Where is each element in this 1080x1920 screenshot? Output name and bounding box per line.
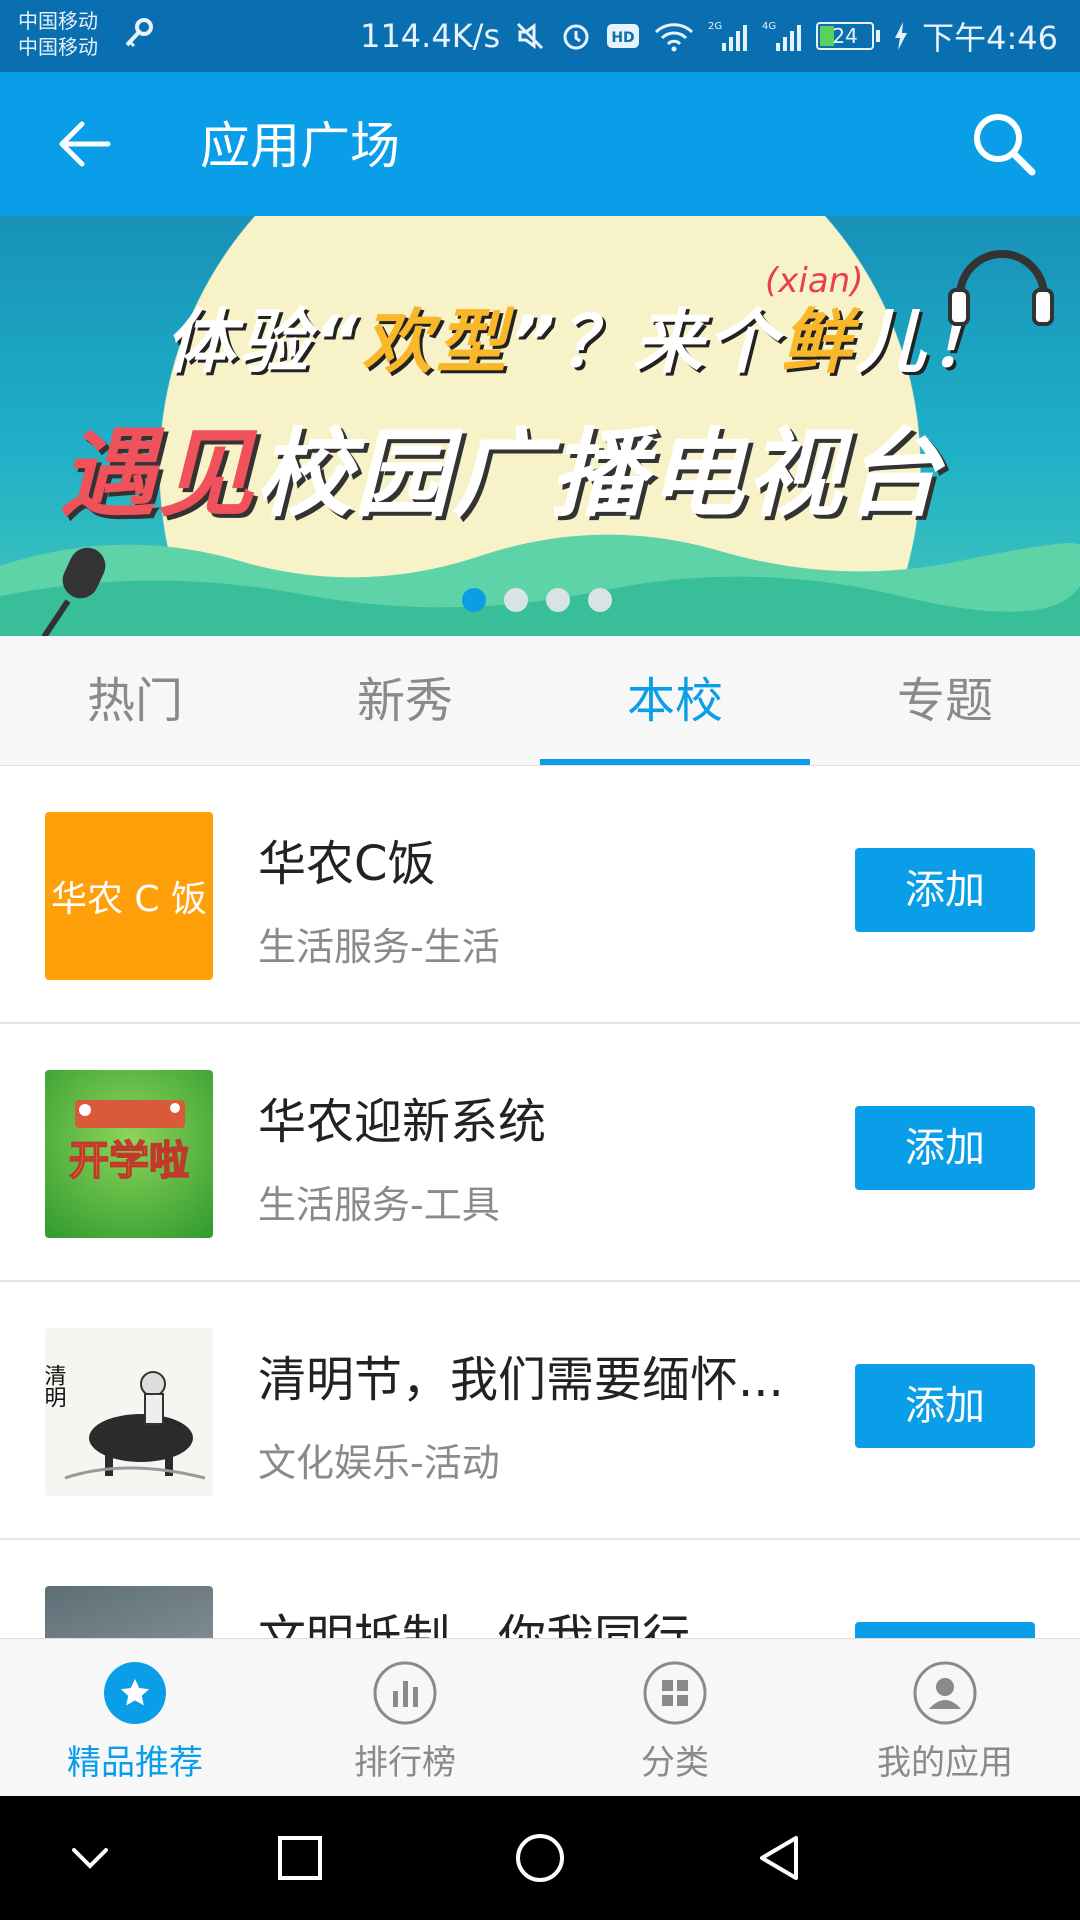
alarm-icon — [563, 24, 589, 50]
list-item[interactable]: 开学啦 华农迎新系统 生活服务-工具 添加 — [0, 1024, 1080, 1282]
chevron-down-icon[interactable] — [60, 1828, 120, 1888]
carousel-dot[interactable] — [588, 588, 612, 612]
carousel-indicators — [462, 588, 612, 612]
tab-hot[interactable]: 热门 — [0, 636, 270, 765]
app-icon-qingming[interactable]: 清明 — [45, 1328, 213, 1496]
status-bar: 中国移动 中国移动 114.4K/s HD 2G 4G 24 下午4:46 — [0, 0, 1080, 72]
school-start-illustration: 开学啦 — [68, 1100, 190, 1185]
grid-icon — [643, 1661, 707, 1725]
nav-category[interactable]: 分类 — [540, 1639, 810, 1796]
ink-painting-illustration: 清明 — [45, 1364, 206, 1480]
tab-school[interactable]: 本校 — [540, 636, 810, 765]
nav-label: 我的应用 — [877, 1743, 1013, 1783]
list-item[interactable]: 清明 清明节，我们需要缅怀... 文化娱乐-活动 添加 — [0, 1282, 1080, 1540]
banner-text-d: 鲜 — [781, 301, 856, 383]
app-category: 生活服务-工具 — [258, 1183, 500, 1227]
banner-text-b: 欢型 — [362, 301, 511, 383]
app-icon-text: 华农 C 饭 — [50, 879, 208, 920]
network-speed: 114.4K/s — [360, 17, 501, 55]
search-icon[interactable] — [968, 108, 1040, 180]
carrier-2: 中国移动 — [18, 35, 98, 59]
svg-text:HD: HD — [611, 30, 634, 46]
add-button[interactable]: 添加 — [855, 848, 1035, 932]
wifi-icon — [655, 23, 694, 52]
carrier-info: 中国移动 中国移动 — [18, 8, 98, 60]
nav-my-apps[interactable]: 我的应用 — [810, 1639, 1080, 1796]
banner-text-g: 校园广播电视台 — [256, 418, 942, 530]
nav-featured[interactable]: 精品推荐 — [0, 1639, 270, 1796]
nav-ranking[interactable]: 排行榜 — [270, 1639, 540, 1796]
app-list[interactable]: 华农 C 饭 华农C饭 生活服务-生活 添加 开学啦 华农迎新系统 生活服务-工… — [0, 766, 1080, 1638]
bottom-nav: 精品推荐 排行榜 分类 我的应用 — [0, 1638, 1080, 1796]
carousel-dot[interactable] — [462, 588, 486, 612]
app-name[interactable]: 华农迎新系统 — [258, 1082, 818, 1152]
app-category: 生活服务-生活 — [258, 925, 500, 969]
banner-subheadline: 遇见校园广播电视台 — [60, 396, 942, 535]
headphone-icon — [948, 250, 1054, 326]
app-icon-cfan[interactable]: 华农 C 饭 — [45, 812, 213, 980]
promo-banner[interactable]: (xian) 体验“欢型”？来个鲜儿！ 遇见校园广播电视台 — [0, 216, 1080, 636]
signal-4g-icon: 4G — [762, 21, 802, 51]
page-title: 应用广场 — [200, 117, 400, 175]
app-name[interactable]: 清明节，我们需要缅怀... — [258, 1340, 818, 1410]
carousel-dot[interactable] — [546, 588, 570, 612]
list-item[interactable]: 文明抵制，你我同行--- 添加 — [0, 1540, 1080, 1638]
add-button[interactable]: 添加 — [855, 1364, 1035, 1448]
nav-label: 精品推荐 — [67, 1743, 203, 1783]
tab-new[interactable]: 新秀 — [270, 636, 540, 765]
tab-topics[interactable]: 专题 — [810, 636, 1080, 765]
back-arrow-icon[interactable] — [52, 112, 116, 176]
app-icon-civility[interactable] — [45, 1586, 213, 1638]
app-category: 文化娱乐-活动 — [258, 1441, 500, 1485]
category-tabs: 热门 新秀 本校 专题 — [0, 636, 1080, 766]
app-header: 应用广场 — [0, 72, 1080, 216]
microphone-icon — [41, 547, 106, 636]
clock: 下午4:46 — [922, 19, 1058, 57]
home-icon[interactable] — [510, 1828, 570, 1888]
star-icon — [104, 1662, 166, 1724]
back-icon[interactable] — [750, 1828, 810, 1888]
banner-headline: 体验“欢型”？来个鲜儿！ — [165, 286, 1003, 387]
recent-apps-icon[interactable] — [270, 1828, 330, 1888]
user-icon — [913, 1661, 977, 1725]
banner-text-a: 体验“ — [165, 301, 363, 383]
signal-2g-icon: 2G — [708, 21, 748, 51]
app-icon-welcome[interactable]: 开学啦 — [45, 1070, 213, 1238]
charging-icon — [895, 22, 908, 50]
app-icon-text: 开学啦 — [69, 1138, 189, 1184]
list-item[interactable]: 华农 C 饭 华农C饭 生活服务-生活 添加 — [0, 766, 1080, 1024]
svg-text:2G: 2G — [708, 21, 722, 32]
svg-text:4G: 4G — [762, 21, 776, 32]
app-name[interactable]: 文明抵制，你我同行--- — [258, 1598, 818, 1638]
mute-icon — [517, 22, 544, 50]
carousel-dot[interactable] — [504, 588, 528, 612]
battery-level: 24 — [832, 24, 858, 48]
hd-icon: HD — [607, 24, 640, 48]
banner-text-f: 遇见 — [60, 418, 256, 530]
nav-label: 分类 — [641, 1743, 709, 1783]
bar-chart-icon — [373, 1661, 437, 1725]
battery-indicator: 24 — [816, 22, 881, 50]
carrier-1: 中国移动 — [18, 9, 98, 33]
banner-text-c: ”？来个 — [510, 301, 782, 383]
nav-label: 排行榜 — [354, 1743, 456, 1783]
key-icon — [125, 18, 153, 48]
app-icon-text: 清明 — [45, 1364, 67, 1408]
app-name[interactable]: 华农C饭 — [258, 824, 818, 894]
add-button[interactable]: 添加 — [855, 1106, 1035, 1190]
system-nav-bar — [0, 1796, 1080, 1920]
add-button[interactable]: 添加 — [855, 1622, 1035, 1638]
